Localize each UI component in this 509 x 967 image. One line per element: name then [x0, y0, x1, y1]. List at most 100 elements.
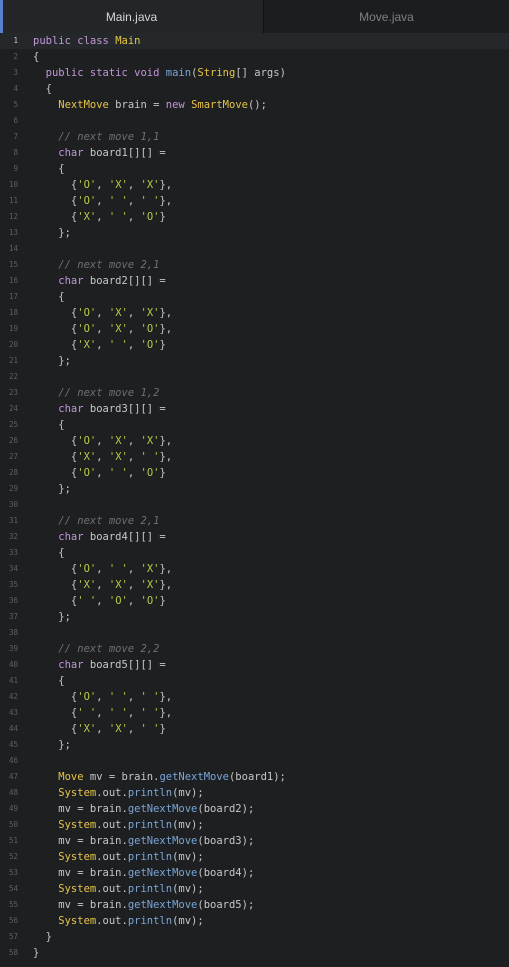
code-token: println: [127, 883, 173, 895]
code-line[interactable]: 26 {'O', 'X', 'X'},: [0, 433, 509, 449]
code-line[interactable]: 11 {'O', ' ', ' '},: [0, 193, 509, 209]
code-text: };: [33, 225, 71, 241]
code-line[interactable]: 22: [0, 369, 509, 385]
tab-move-java[interactable]: Move.java: [264, 0, 509, 33]
code-line[interactable]: 52 System.out.println(mv);: [0, 849, 509, 865]
code-line[interactable]: 1 public class Main: [0, 33, 509, 49]
code-token: 'X': [108, 451, 128, 463]
code-line[interactable]: 23 // next move 1,2: [0, 385, 509, 401]
line-number: 49: [8, 804, 18, 813]
line-number: 50: [8, 820, 18, 829]
code-line[interactable]: 48 System.out.println(mv);: [0, 785, 509, 801]
code-line[interactable]: 29 };: [0, 481, 509, 497]
code-line[interactable]: 13 };: [0, 225, 509, 241]
code-token: board1[][] =: [83, 147, 166, 159]
code-token: mv = brain.: [33, 867, 128, 879]
code-line[interactable]: 39 // next move 2,2: [0, 641, 509, 657]
code-line[interactable]: 24 char board3[][] =: [0, 401, 509, 417]
code-token: getNextMove: [127, 835, 198, 847]
code-line[interactable]: 31 // next move 2,1: [0, 513, 509, 529]
code-line[interactable]: 58}: [0, 945, 509, 961]
code-line[interactable]: 14: [0, 241, 509, 257]
code-line[interactable]: 49 mv = brain.getNextMove(board2);: [0, 801, 509, 817]
code-line[interactable]: 38: [0, 625, 509, 641]
code-token: System: [33, 787, 97, 799]
code-line[interactable]: 20 {'X', ' ', 'O'}: [0, 337, 509, 353]
code-line[interactable]: 3 public static void main(String[] args): [0, 65, 509, 81]
code-text: };: [33, 353, 71, 369]
code-line[interactable]: 10 {'O', 'X', 'X'},: [0, 177, 509, 193]
code-token: ,: [127, 451, 141, 463]
code-editor[interactable]: 1 public class Main 2{3 public static void…: [0, 33, 509, 967]
code-text: {: [33, 673, 64, 689]
code-token: ,: [127, 723, 141, 735]
code-line[interactable]: 33 {: [0, 545, 509, 561]
code-token: Move: [33, 771, 84, 783]
code-line[interactable]: 55 mv = brain.getNextMove(board5);: [0, 897, 509, 913]
line-number: 22: [8, 372, 18, 381]
code-line[interactable]: 42 {'O', ' ', ' '},: [0, 689, 509, 705]
code-line[interactable]: 5 NextMove brain = new SmartMove();: [0, 97, 509, 113]
code-token: getNextMove: [127, 899, 198, 911]
code-token: ' ': [108, 467, 128, 479]
line-number: 12: [8, 212, 18, 221]
line-number: 2: [13, 52, 18, 61]
code-line[interactable]: 50 System.out.println(mv);: [0, 817, 509, 833]
line-number: 19: [8, 324, 18, 333]
code-token: }: [159, 467, 166, 479]
code-line[interactable]: 56 System.out.println(mv);: [0, 913, 509, 929]
line-number: 21: [8, 356, 18, 365]
code-line[interactable]: 28 {'O', ' ', 'O'}: [0, 465, 509, 481]
code-token: },: [159, 451, 173, 463]
code-line[interactable]: 27 {'X', 'X', ' '},: [0, 449, 509, 465]
code-token: 'X': [140, 307, 160, 319]
code-token: {: [33, 323, 78, 335]
code-line[interactable]: 12 {'X', ' ', 'O'}: [0, 209, 509, 225]
code-token: {: [33, 51, 40, 63]
code-token: ,: [127, 435, 141, 447]
code-text: {: [33, 81, 52, 97]
code-line[interactable]: 44 {'X', 'X', ' '}: [0, 721, 509, 737]
code-token: (mv);: [172, 915, 204, 927]
code-line[interactable]: 30: [0, 497, 509, 513]
code-line[interactable]: 57 }: [0, 929, 509, 945]
code-line[interactable]: 7 // next move 1,1: [0, 129, 509, 145]
code-token: }: [159, 211, 166, 223]
tab-main-java[interactable]: Main.java: [0, 0, 264, 33]
code-token: char: [33, 531, 84, 543]
code-line[interactable]: 35 {'X', 'X', 'X'},: [0, 577, 509, 593]
code-line[interactable]: 47 Move mv = brain.getNextMove(board1);: [0, 769, 509, 785]
code-line[interactable]: 6: [0, 113, 509, 129]
code-token: ' ': [108, 211, 128, 223]
code-line[interactable]: 51 mv = brain.getNextMove(board3);: [0, 833, 509, 849]
code-line[interactable]: 9 {: [0, 161, 509, 177]
code-line[interactable]: 41 {: [0, 673, 509, 689]
code-line[interactable]: 2{: [0, 49, 509, 65]
code-line[interactable]: 37 };: [0, 609, 509, 625]
code-line[interactable]: 8 char board1[][] =: [0, 145, 509, 161]
code-line[interactable]: 19 {'O', 'X', 'O'},: [0, 321, 509, 337]
code-line[interactable]: 34 {'O', ' ', 'X'},: [0, 561, 509, 577]
code-line[interactable]: 54 System.out.println(mv);: [0, 881, 509, 897]
code-line[interactable]: 46: [0, 753, 509, 769]
code-line[interactable]: 15 // next move 2,1: [0, 257, 509, 273]
code-line[interactable]: 40 char board5[][] =: [0, 657, 509, 673]
code-text: }: [33, 945, 39, 961]
code-text: {'X', 'X', 'X'},: [33, 577, 172, 593]
code-line[interactable]: 21 };: [0, 353, 509, 369]
code-line[interactable]: 32 char board4[][] =: [0, 529, 509, 545]
code-token: ' ': [140, 707, 160, 719]
code-text: {'O', ' ', 'X'},: [33, 561, 172, 577]
code-line[interactable]: 53 mv = brain.getNextMove(board4);: [0, 865, 509, 881]
code-token: };: [33, 227, 71, 239]
code-token: 'O': [77, 195, 97, 207]
code-line[interactable]: 16 char board2[][] =: [0, 273, 509, 289]
code-line[interactable]: 45 };: [0, 737, 509, 753]
code-line[interactable]: 36 {' ', 'O', 'O'}: [0, 593, 509, 609]
code-token: {: [33, 211, 78, 223]
code-line[interactable]: 43 {' ', ' ', ' '},: [0, 705, 509, 721]
code-line[interactable]: 25 {: [0, 417, 509, 433]
code-line[interactable]: 18 {'O', 'X', 'X'},: [0, 305, 509, 321]
code-line[interactable]: 4 {: [0, 81, 509, 97]
code-line[interactable]: 17 {: [0, 289, 509, 305]
